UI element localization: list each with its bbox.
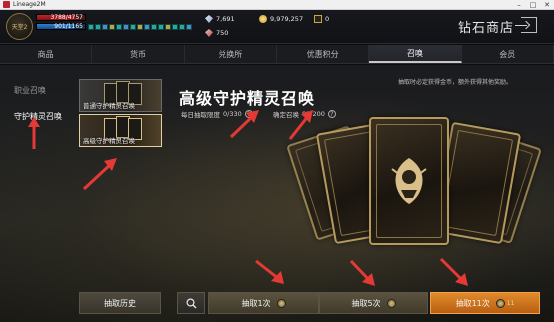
draw-5-label: 抽取5次	[351, 298, 381, 308]
chest-amount: 0	[325, 15, 330, 23]
buff-icon	[158, 24, 164, 30]
buff-icon	[102, 24, 108, 30]
gold-coin-icon	[259, 15, 267, 23]
minimize-icon[interactable]: –	[512, 0, 526, 10]
summon-option-label: 普通守护精灵召唤	[83, 102, 135, 110]
summon-notice: 抽取时必定获得金币，额外获得其他奖励。	[398, 77, 512, 86]
help-icon[interactable]: ?	[327, 110, 336, 118]
avatar[interactable]: 天堂2	[6, 13, 33, 40]
buff-icon	[95, 24, 101, 30]
card-frame	[440, 129, 514, 237]
guardian-emblem-icon	[391, 158, 427, 204]
arrow-icon	[349, 259, 372, 283]
buff-icon	[109, 24, 115, 30]
draw-11-button[interactable]: 抽取11次 11	[430, 292, 540, 314]
daily-limit-value: 0/330	[223, 110, 242, 118]
summon-option-normal[interactable]: 普通守护精灵召唤	[79, 79, 162, 112]
status-bar: 天堂2 3788/4757 901/1165 7,691 750 9,979,2…	[0, 10, 554, 44]
mp-bar: 901/1165	[36, 23, 86, 30]
sidebar-item-guardian-summon[interactable]: 守护精灵召唤	[14, 111, 62, 122]
app-window: Lineage2M – □ ✕ 天堂2 3788/4757 901/1165 7…	[0, 0, 554, 322]
draw-history-button[interactable]: 抽取历史	[79, 292, 161, 314]
summon-stage: 职业召唤 守护精灵召唤 普通守护精灵召唤 高级守护精灵召唤 高级守护精灵召唤 每…	[0, 65, 554, 322]
buff-icon	[172, 24, 178, 30]
daily-limit-label: 每日抽取限度	[181, 111, 220, 119]
buff-icon	[165, 24, 171, 30]
chest-icon	[314, 15, 322, 23]
arrow-icon	[439, 257, 465, 283]
summon-option-label: 高级守护精灵召唤	[83, 137, 135, 145]
hp-bar: 3788/4757	[36, 14, 86, 21]
shop-title: 钻石商店	[458, 21, 515, 36]
draw-11-cost: 11	[506, 299, 515, 307]
buff-icon	[123, 24, 129, 30]
guarantee-counter: 确定召唤 83/200 ?	[273, 109, 336, 119]
currency-diamond-red: 750	[205, 29, 228, 37]
window-title: Lineage2M	[13, 1, 46, 8]
sidebar-item-class-summon[interactable]: 职业召唤	[14, 85, 46, 96]
page-title: 高级守护精灵召唤	[179, 89, 316, 108]
arrow-head-icon	[104, 158, 117, 171]
buff-icon	[137, 24, 143, 30]
currency-gold: 9,979,257	[259, 15, 303, 23]
summon-option-premium[interactable]: 高级守护精灵召唤	[79, 114, 162, 147]
draw-5-button[interactable]: 抽取5次	[319, 292, 428, 314]
zoom-button[interactable]	[177, 292, 205, 314]
tab-points[interactable]: 优惠积分	[277, 45, 370, 63]
notice-text: 抽取时必定获得金币，额外获得其他奖励。	[398, 79, 513, 86]
buff-icon	[116, 24, 122, 30]
arrow-icon	[255, 259, 280, 281]
buff-icon	[88, 24, 94, 30]
blue-diamond-amount: 7,691	[216, 15, 235, 23]
tab-bar: 商品 货币 兑换所 优惠积分 召唤 会员	[0, 45, 554, 64]
buff-icon	[130, 24, 136, 30]
tab-summon[interactable]: 召唤	[369, 45, 462, 63]
guarantee-label: 确定召唤	[273, 111, 299, 119]
help-icon[interactable]: ?	[244, 110, 253, 118]
window-titlebar: Lineage2M – □ ✕	[0, 0, 554, 10]
buff-icons	[88, 24, 192, 30]
draw-history-label: 抽取历史	[104, 298, 136, 308]
draw-1-button[interactable]: 抽取1次	[208, 292, 319, 314]
tab-goods[interactable]: 商品	[0, 45, 93, 63]
arrow-head-icon	[455, 273, 468, 286]
currency-chest: 0	[314, 15, 329, 23]
draw-11-label: 抽取11次	[455, 298, 490, 308]
window-controls: – □ ✕	[512, 0, 554, 10]
player-bars: 3788/4757 901/1165	[36, 14, 86, 30]
maximize-icon[interactable]: □	[526, 0, 540, 10]
tab-currency[interactable]: 货币	[92, 45, 185, 63]
currency-diamond-blue: 7,691	[205, 15, 235, 23]
mp-text: 901/1165	[54, 23, 83, 30]
tab-member[interactable]: 会员	[462, 45, 554, 63]
buff-icon	[144, 24, 150, 30]
arrow-head-icon	[271, 271, 284, 284]
red-diamond-icon	[205, 29, 213, 37]
red-diamond-amount: 750	[216, 29, 229, 37]
summon-card-center	[369, 117, 449, 245]
summon-ticket-icon	[276, 298, 286, 308]
guarantee-value: 83/200	[302, 110, 325, 118]
draw-1-label: 抽取1次	[241, 298, 271, 308]
summon-ticket-icon	[495, 298, 505, 308]
avatar-label: 天堂2	[11, 24, 28, 31]
tab-exchange[interactable]: 兑换所	[185, 45, 277, 63]
buff-icon	[186, 24, 192, 30]
arrow-icon	[82, 161, 114, 191]
magnifier-icon	[185, 297, 196, 308]
daily-limit: 每日抽取限度 0/330 ?	[181, 109, 253, 119]
buff-icon	[179, 24, 185, 30]
summon-ticket-icon	[386, 298, 396, 308]
hp-text: 3788/4757	[50, 14, 83, 21]
blue-diamond-icon	[205, 15, 213, 23]
close-icon[interactable]: ✕	[540, 0, 554, 10]
arrow-head-icon	[362, 273, 375, 286]
app-icon	[3, 1, 10, 8]
exit-icon[interactable]	[515, 17, 537, 33]
gold-amount: 9,979,257	[270, 15, 304, 23]
buff-icon	[151, 24, 157, 30]
